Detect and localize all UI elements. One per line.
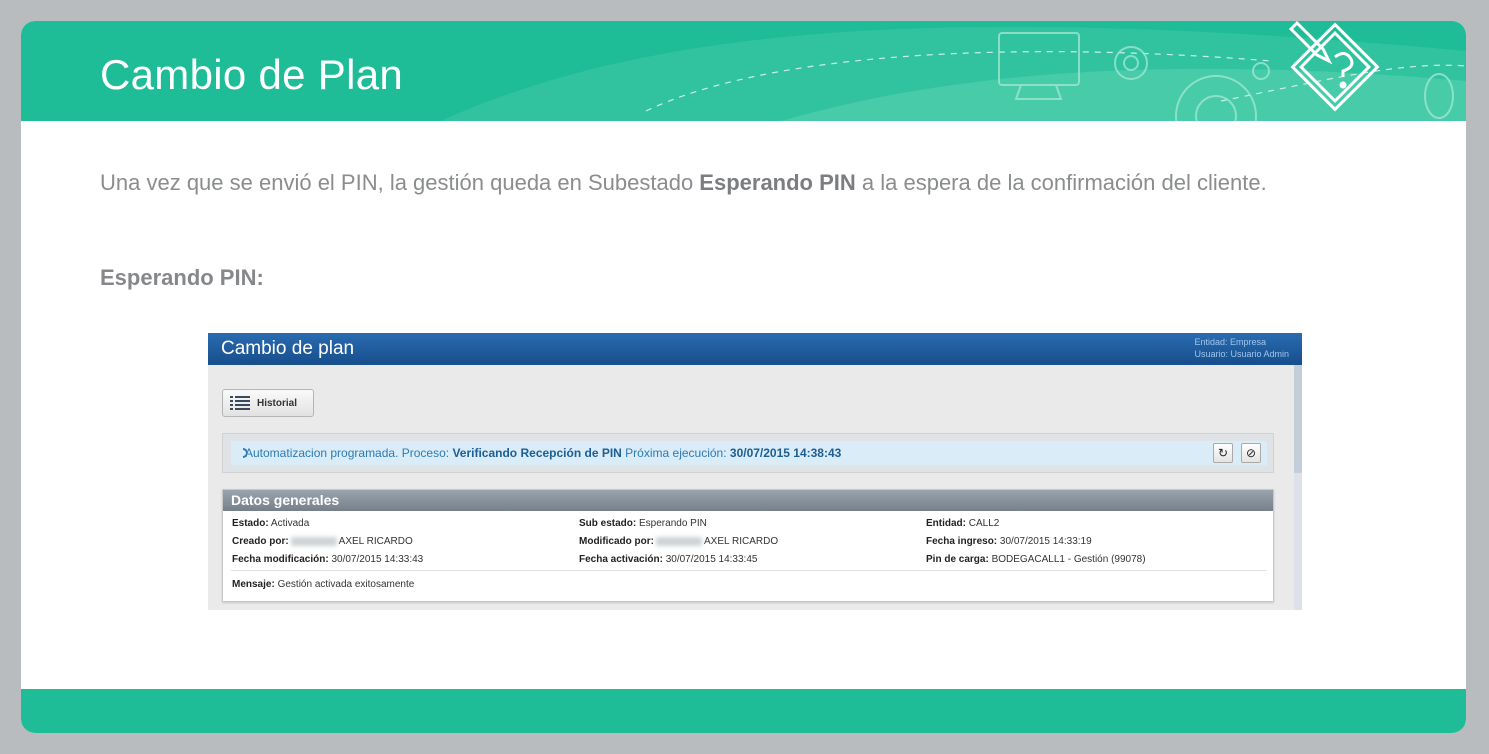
pin-carga-label: Pin de carga: xyxy=(926,554,989,565)
fecha-ingreso-value: 30/07/2015 14:33:19 xyxy=(997,536,1092,547)
entidad-field: Entidad: CALL2 xyxy=(926,518,999,529)
app-topbar: Cambio de plan Entidad: Empresa Usuario:… xyxy=(208,333,1302,365)
mensaje-label: Mensaje: xyxy=(232,579,275,590)
user-info: Entidad: Empresa Usuario: Usuario Admin xyxy=(1194,336,1289,360)
pin-carga-value: BODEGACALL1 - Gestión (99078) xyxy=(988,554,1146,565)
datos-header: Datos generales xyxy=(223,490,1273,511)
fecha-modificacion-field: Fecha modificación: 30/07/2015 14:33:43 xyxy=(232,554,423,565)
creado-label: Creado por: xyxy=(232,536,289,547)
creado-value: AXEL RICARDO xyxy=(338,536,413,547)
datos-generales-panel: Datos generales Estado: Activada Sub est… xyxy=(222,489,1274,602)
modificado-label: Modificado por: xyxy=(579,536,654,547)
app-screenshot: Cambio de plan Entidad: Empresa Usuario:… xyxy=(208,333,1302,610)
sub-estado-value: Esperando PIN xyxy=(636,518,707,529)
intro-paragraph: Una vez que se envió el PIN, la gestión … xyxy=(100,167,1280,198)
pin-carga-field: Pin de carga: BODEGACALL1 - Gestión (990… xyxy=(926,554,1146,565)
mensaje-value: Gestión activada exitosamente xyxy=(274,579,415,590)
mensaje-field: Mensaje: Gestión activada exitosamente xyxy=(232,579,414,590)
historial-button[interactable]: Historial xyxy=(222,389,314,417)
divider xyxy=(231,570,1267,571)
slide-title: Cambio de Plan xyxy=(100,51,404,98)
automation-alert: Automatizacion programada. Proceso: Veri… xyxy=(231,441,1267,465)
app-title: Cambio de plan xyxy=(221,338,355,359)
ban-icon: ⊘ xyxy=(1245,446,1257,460)
automation-panel: Automatizacion programada. Proceso: Veri… xyxy=(222,433,1274,473)
sub-estado-label: Sub estado: xyxy=(579,518,637,529)
list-icon xyxy=(230,396,250,410)
fecha-modificacion-label: Fecha modificación: xyxy=(232,554,329,565)
automation-process: Verificando Recepción de PIN xyxy=(452,446,622,460)
fecha-activacion-value: 30/07/2015 14:33:45 xyxy=(662,554,758,565)
redacted-text xyxy=(290,536,337,546)
intro-text-end: a la espera de la confirmación del clien… xyxy=(855,170,1267,195)
scrollbar-thumb[interactable] xyxy=(1294,365,1302,473)
historial-label: Historial xyxy=(257,397,298,409)
modificado-value: AXEL RICARDO xyxy=(704,536,779,547)
cancel-button[interactable]: ⊘ xyxy=(1241,443,1261,463)
estado-label: Estado: xyxy=(232,518,269,529)
sub-estado-field: Sub estado: Esperando PIN xyxy=(579,518,707,529)
subheading: Esperando PIN: xyxy=(100,265,264,290)
automation-next-label: Próxima ejecución: xyxy=(621,446,730,460)
refresh-button[interactable]: ↻ xyxy=(1213,443,1233,463)
intro-highlight: Esperando PIN xyxy=(699,170,856,195)
intro-text-start: Una vez que se envió el PIN, la gestión … xyxy=(100,170,700,195)
fecha-modificacion-value: 30/07/2015 14:33:43 xyxy=(328,554,424,565)
fecha-activacion-label: Fecha activación: xyxy=(579,554,663,565)
slide-footer xyxy=(21,689,1466,733)
fecha-ingreso-field: Fecha ingreso: 30/07/2015 14:33:19 xyxy=(926,536,1092,547)
fecha-ingreso-label: Fecha ingreso: xyxy=(926,536,998,547)
slide: Cambio de Plan Una vez que se envió el P… xyxy=(21,21,1466,733)
refresh-icon: ↻ xyxy=(1217,446,1229,460)
creado-field: Creado por: AXEL RICARDO xyxy=(232,536,413,547)
estado-value: Activada xyxy=(268,518,310,529)
pencil-puzzle-logo-icon xyxy=(1288,21,1380,112)
estado-field: Estado: Activada xyxy=(232,518,309,529)
automation-message: Automatizacion programada. Proceso: Veri… xyxy=(245,446,841,460)
user-label: Usuario: Usuario Admin xyxy=(1194,349,1289,359)
entidad-value: CALL2 xyxy=(966,518,1000,529)
entidad-label: Entidad: xyxy=(926,518,966,529)
automation-next-time: 30/07/2015 14:38:43 xyxy=(729,446,842,460)
redacted-text xyxy=(656,536,702,546)
entity-label: Entidad: Empresa xyxy=(1194,337,1266,347)
modificado-field: Modificado por: AXEL RICARDO xyxy=(579,536,778,547)
fecha-activacion-field: Fecha activación: 30/07/2015 14:33:45 xyxy=(579,554,757,565)
automation-prefix: Automatizacion programada. Proceso: xyxy=(245,446,453,460)
slide-header: Cambio de Plan xyxy=(21,21,1466,121)
